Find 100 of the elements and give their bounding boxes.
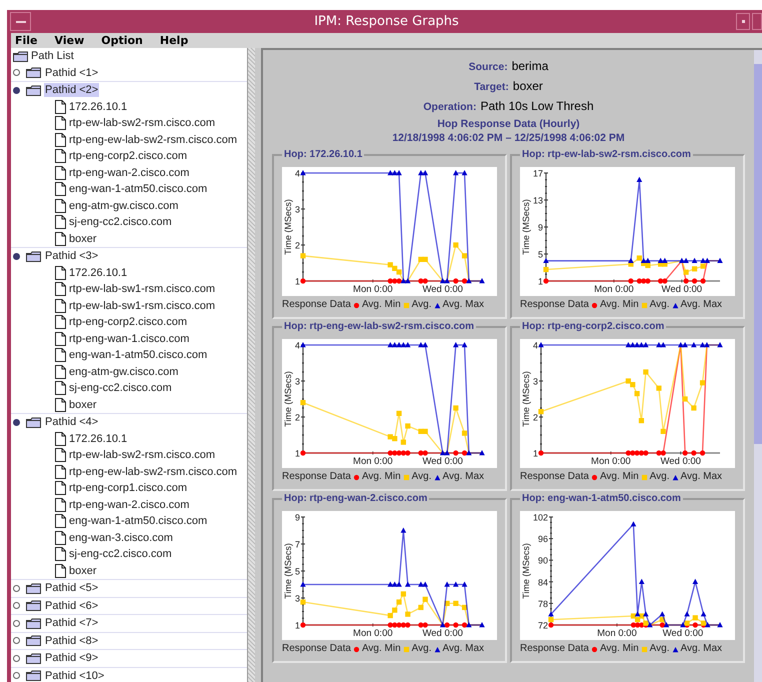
tree-item[interactable]: eng-wan-1-atm50.cisco.com bbox=[69, 347, 208, 364]
tree-item[interactable]: rtp-eng-wan-2.cisco.com bbox=[69, 164, 190, 181]
tree-item[interactable]: Pathid <8> bbox=[44, 634, 100, 648]
tree-item[interactable]: rtp-eng-corp1.cisco.com bbox=[69, 480, 187, 496]
tree-item[interactable]: rtp-eng-ew-lab-sw2-rsm.cisco.com bbox=[69, 132, 238, 148]
axis-tick-label: Wed 0:00 bbox=[422, 456, 463, 467]
legend-label: Avg. Min bbox=[362, 643, 401, 655]
tree-item[interactable]: rtp-ew-lab-sw2-rsm.cisco.com bbox=[69, 115, 216, 132]
axis-tick-label: 84 bbox=[538, 577, 548, 588]
tree-item[interactable]: rtp-eng-wan-2.cisco.com bbox=[69, 496, 190, 513]
date-range: 12/18/1998 4:06:02 PM – 12/25/1998 4:06:02 PM bbox=[392, 131, 625, 145]
axis-tick-label: 78 bbox=[538, 598, 548, 609]
axis-tick-label: 1 bbox=[532, 448, 538, 458]
menu-item[interactable]: Help bbox=[160, 34, 188, 47]
legend-label: Avg. Min bbox=[600, 299, 639, 311]
axis-tick-label: 96 bbox=[538, 534, 548, 544]
axis-tick-label: 3 bbox=[532, 376, 538, 386]
legend-label: Avg. bbox=[650, 471, 670, 483]
tree-item[interactable]: rtp-eng-ew-lab-sw2-rsm.cisco.com bbox=[69, 464, 238, 480]
legend-title: Response Data bbox=[282, 299, 351, 311]
tree-item[interactable]: 172.26.10.1 bbox=[69, 430, 128, 447]
tree-item[interactable]: boxer bbox=[69, 562, 97, 579]
axis-tick-label: 72 bbox=[538, 620, 548, 630]
axis-tick-label: Mon 0:00 bbox=[353, 456, 393, 467]
chart-title: Hop: rtp-eng-wan-2.cisco.com bbox=[283, 493, 428, 505]
axis-tick-label: 3 bbox=[294, 204, 300, 214]
legend-label: Avg. bbox=[650, 643, 670, 655]
axis-tick-label: Mon 0:00 bbox=[353, 628, 393, 639]
legend-label: Avg. Max bbox=[680, 299, 722, 311]
field-value: Path 10s Low Thresh bbox=[480, 98, 594, 115]
tree-item[interactable]: rtp-eng-wan-1.cisco.com bbox=[69, 330, 190, 347]
axis-tick-label: 7 bbox=[294, 540, 300, 550]
tree-item[interactable]: eng-atm-gw.cisco.com bbox=[69, 364, 178, 380]
axis-tick-label: 102 bbox=[532, 512, 548, 522]
tree-item[interactable]: rtp-ew-lab-sw2-rsm.cisco.com bbox=[69, 447, 216, 464]
tree-item[interactable]: Pathid <6> bbox=[44, 598, 100, 613]
legend-title: Response Data bbox=[520, 299, 589, 311]
tree-item[interactable]: Pathid <10> bbox=[44, 668, 106, 682]
tree-root-label: Path List bbox=[31, 49, 74, 64]
legend-title: Response Data bbox=[520, 471, 589, 483]
tree-item[interactable]: Pathid <7> bbox=[44, 616, 100, 630]
legend-label: Avg. Max bbox=[680, 471, 722, 483]
axis-tick-label: 9 bbox=[294, 512, 300, 522]
chart-title: Hop: rtp-eng-corp2.cisco.com bbox=[521, 321, 666, 333]
tree-item[interactable]: eng-wan-1-atm50.cisco.com bbox=[69, 181, 208, 198]
legend-title: Response Data bbox=[282, 643, 351, 655]
tree-item[interactable]: 172.26.10.1 bbox=[69, 264, 128, 281]
axis-tick-label: 4 bbox=[294, 340, 300, 350]
axis-tick-label: 3 bbox=[294, 376, 300, 386]
legend-label: Avg. Min bbox=[362, 299, 401, 311]
section-heading: Hop Response Data (Hourly) bbox=[437, 117, 580, 131]
tree-item[interactable]: Pathid <9> bbox=[44, 651, 100, 666]
axis-tick-label: 9 bbox=[538, 222, 543, 232]
legend-title: Response Data bbox=[282, 471, 351, 483]
tree-item[interactable]: rtp-ew-lab-sw1-rsm.cisco.com bbox=[69, 298, 216, 314]
axis-tick-label: 5 bbox=[538, 250, 543, 260]
tree-item[interactable]: eng-wan-1-atm50.cisco.com bbox=[69, 513, 208, 530]
field-value: boxer bbox=[512, 78, 543, 95]
menu-item[interactable]: File bbox=[15, 34, 38, 47]
axis-tick-label: Mon 0:00 bbox=[597, 628, 637, 639]
tree-item[interactable]: Pathid <1> bbox=[44, 66, 100, 80]
legend-title: Response Data bbox=[520, 643, 589, 655]
tree-item[interactable]: rtp-eng-corp2.cisco.com bbox=[69, 148, 187, 164]
tree-item[interactable]: sj-eng-cc2.cisco.com bbox=[69, 214, 172, 230]
axis-title: Time (MSecs) bbox=[283, 199, 293, 255]
tree-item[interactable]: Pathid <5> bbox=[44, 581, 100, 596]
axis-tick-label: Mon 0:00 bbox=[353, 284, 393, 295]
chart-title: Hop: eng-wan-1-atm50.cisco.com bbox=[521, 493, 682, 505]
tree-item[interactable]: boxer bbox=[69, 230, 97, 247]
tree-item[interactable]: Pathid <2> bbox=[44, 83, 100, 98]
menu-item[interactable]: View bbox=[54, 34, 84, 47]
legend-label: Avg. Max bbox=[442, 643, 484, 655]
legend-label: Avg. bbox=[412, 299, 432, 311]
tree-item[interactable]: Pathid <3> bbox=[44, 249, 100, 264]
tree-item[interactable]: Pathid <4> bbox=[44, 415, 100, 430]
axis-title: Time (MSecs) bbox=[283, 371, 293, 427]
tree-item[interactable]: rtp-ew-lab-sw1-rsm.cisco.com bbox=[69, 281, 216, 298]
axis-tick-label: Mon 0:00 bbox=[594, 284, 634, 295]
axis-title: Time (MSecs) bbox=[283, 543, 293, 599]
tree-item[interactable]: boxer bbox=[69, 396, 97, 413]
axis-tick-label: 2 bbox=[294, 412, 300, 422]
axis-tick-label: 5 bbox=[294, 566, 300, 576]
tree-item[interactable]: 172.26.10.1 bbox=[69, 98, 128, 115]
axis-tick-label: 1 bbox=[538, 276, 543, 286]
axis-tick-label: Wed 0:00 bbox=[662, 628, 704, 639]
tree-item[interactable]: sj-eng-cc2.cisco.com bbox=[69, 380, 172, 396]
chart-title: Hop: rtp-ew-lab-sw2-rsm.cisco.com bbox=[521, 149, 692, 161]
axis-tick-label: 3 bbox=[294, 594, 300, 604]
tree-item[interactable]: rtp-eng-corp2.cisco.com bbox=[69, 314, 187, 330]
axis-tick-label: 17 bbox=[532, 168, 543, 178]
axis-tick-label: 4 bbox=[532, 340, 538, 350]
axis-tick-label: 2 bbox=[532, 412, 538, 422]
menu-item[interactable]: Option bbox=[101, 34, 143, 47]
legend-label: Avg. Min bbox=[600, 471, 639, 483]
axis-tick-label: 13 bbox=[532, 196, 543, 206]
tree-item[interactable]: eng-atm-gw.cisco.com bbox=[69, 198, 178, 214]
field-label: Operation: bbox=[423, 100, 476, 115]
field-label: Target: bbox=[474, 80, 509, 95]
tree-item[interactable]: eng-wan-3.cisco.com bbox=[69, 530, 173, 546]
tree-item[interactable]: sj-eng-cc2.cisco.com bbox=[69, 546, 172, 562]
